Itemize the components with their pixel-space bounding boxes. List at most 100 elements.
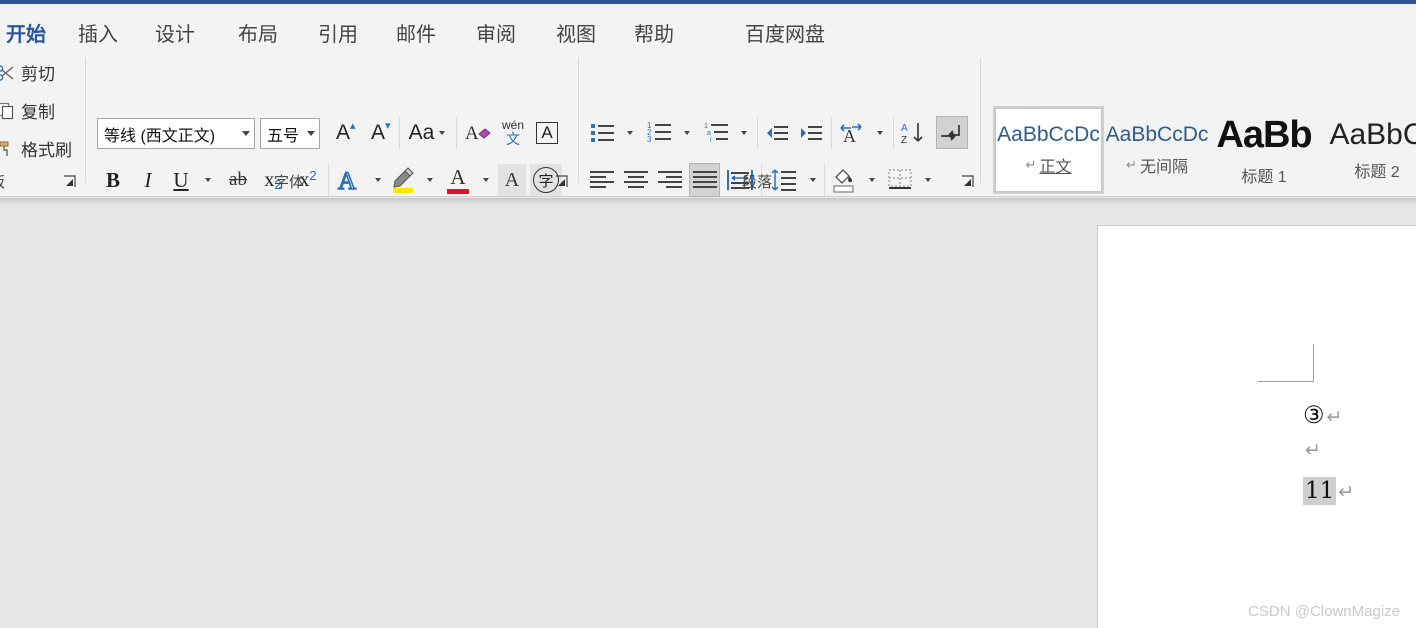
highlight-dropdown[interactable] (419, 165, 437, 195)
clear-formatting-button[interactable]: A (462, 118, 494, 148)
borders-icon (888, 169, 912, 189)
highlight-button[interactable] (388, 163, 420, 197)
borders-button[interactable] (884, 163, 916, 197)
style-pilcrow-icon-0: ↵ (1025, 157, 1037, 172)
tab-baidu-netdisk[interactable]: 百度网盘 (745, 12, 825, 47)
font-size-combo[interactable]: 五号 (260, 118, 320, 149)
svg-text:A: A (901, 123, 908, 134)
multilevel-list-button[interactable]: 1 a i (702, 118, 732, 148)
tab-view[interactable]: 视图 (556, 12, 596, 47)
chevron-down-icon (439, 131, 446, 135)
tab-home[interactable]: 开始 (6, 12, 46, 56)
show-formatting-marks-button[interactable] (936, 116, 968, 149)
align-right-button[interactable] (655, 165, 685, 195)
svg-text:A: A (338, 168, 356, 194)
character-border-label: A (536, 122, 558, 144)
copy-button[interactable]: 复制 (0, 98, 55, 123)
font-color-button[interactable]: A (442, 163, 474, 197)
italic-button[interactable]: I (134, 165, 162, 195)
asian-layout-button[interactable]: A (836, 118, 868, 148)
decrease-indent-icon (767, 126, 788, 140)
line-spacing-button[interactable] (768, 164, 800, 196)
para-sep-2 (831, 117, 832, 149)
group-separator-3 (980, 58, 981, 183)
style-item-0[interactable]: AaBbCcDc ↵ 正文 (993, 106, 1104, 194)
tab-references-label: 引用 (318, 24, 358, 46)
underline-label: U (173, 167, 189, 192)
watermark: CSDN @ClownMagize (1248, 603, 1400, 620)
justify-icon (692, 171, 717, 188)
line-spacing-icon (771, 169, 796, 191)
cut-label: 剪切 (21, 65, 55, 84)
style-item-1[interactable]: AaBbCcDc ↵ 无间隔 (1106, 108, 1208, 192)
grow-font-button[interactable]: A ▴ (328, 118, 358, 148)
svg-text:A: A (843, 126, 856, 145)
tab-design-label: 设计 (155, 24, 195, 46)
font-color-dropdown[interactable] (475, 165, 493, 195)
decrease-indent-button[interactable] (762, 118, 792, 148)
numbering-dropdown[interactable] (676, 118, 694, 148)
text-effects-button[interactable]: A (334, 164, 366, 196)
tab-view-label: 视图 (556, 24, 596, 46)
character-shading-button[interactable]: A (498, 164, 526, 196)
tab-mailings[interactable]: 邮件 (396, 12, 436, 47)
borders-dropdown[interactable] (917, 165, 935, 195)
strikethrough-button[interactable]: ab (223, 165, 253, 195)
bold-label: B (105, 167, 120, 192)
bullets-button[interactable] (588, 118, 618, 148)
tab-layout[interactable]: 布局 (238, 12, 278, 47)
font-size-value: 五号 (267, 127, 300, 145)
document-text-0: ③ (1303, 401, 1325, 429)
shrink-font-button[interactable]: A ▾ (363, 118, 393, 148)
change-case-button[interactable]: Aa (404, 118, 450, 148)
bold-button[interactable]: B (99, 165, 127, 195)
multilevel-list-icon: 1 a i (704, 123, 728, 144)
asian-layout-dropdown[interactable] (869, 118, 887, 148)
cut-button[interactable]: 剪切 (0, 60, 55, 85)
tab-references[interactable]: 引用 (318, 12, 358, 47)
style-item-2[interactable]: AaBb 标题 1 (1208, 108, 1320, 192)
numbering-button[interactable]: 1 2 3 (645, 118, 675, 148)
character-border-button[interactable]: A (532, 118, 562, 148)
format-painter-button[interactable]: 格式刷 (0, 136, 72, 161)
document-page[interactable]: ③ ↵ ↵ 11 ↵ (1097, 225, 1416, 628)
tab-insert[interactable]: 插入 (78, 12, 118, 47)
increase-indent-button[interactable] (796, 118, 826, 148)
character-shading-label: A (504, 168, 520, 191)
paragraph-mark-icon-0: ↵ (1326, 406, 1343, 428)
style-item-3[interactable]: AaBbC 标题 2 (1322, 108, 1416, 192)
document-line-0[interactable]: ③ ↵ (1303, 401, 1342, 429)
style-name-label-0: 正文 (1039, 159, 1072, 176)
paragraph-dialog-launcher[interactable] (960, 174, 976, 190)
tab-review[interactable]: 审阅 (476, 12, 516, 47)
shading-dropdown[interactable] (861, 165, 879, 195)
document-line-2[interactable]: 11 ↵ (1303, 477, 1354, 505)
underline-dropdown[interactable] (196, 165, 216, 195)
line-spacing-dropdown[interactable] (802, 165, 820, 195)
font-dialog-launcher[interactable] (554, 174, 570, 190)
clipboard-dialog-launcher[interactable] (62, 174, 78, 190)
justify-button[interactable] (689, 163, 720, 197)
multilevel-list-dropdown[interactable] (733, 118, 751, 148)
highlighter-icon (393, 167, 414, 193)
svg-text:i: i (710, 137, 712, 144)
align-center-button[interactable] (621, 165, 651, 195)
align-left-button[interactable] (587, 165, 617, 195)
document-workspace[interactable]: ③ ↵ ↵ 11 ↵ CSDN @ClownMagize (0, 198, 1416, 628)
chevron-down-icon (740, 131, 747, 135)
chevron-down-icon (809, 178, 816, 182)
sort-button[interactable]: A Z (898, 118, 928, 148)
underline-button[interactable]: U (168, 165, 194, 195)
tab-design[interactable]: 设计 (155, 12, 195, 47)
bullets-dropdown[interactable] (619, 118, 637, 148)
phonetic-guide-button[interactable]: wén 文 (497, 116, 529, 150)
shading-button[interactable] (828, 163, 860, 197)
word-window: 开始 插入 设计 布局 引用 邮件 审阅 视图 帮助 百度网盘 剪切 复制 格式… (0, 0, 1416, 628)
subscript-base: x (264, 168, 275, 191)
tab-help[interactable]: 帮助 (634, 12, 674, 47)
shading-icon (833, 169, 854, 193)
font-name-combo[interactable]: 等线 (西文正文) (97, 118, 255, 149)
phonetic-bottom-label: 文 (505, 130, 520, 147)
text-effects-dropdown[interactable] (367, 165, 385, 195)
document-line-1[interactable]: ↵ (1303, 439, 1321, 461)
